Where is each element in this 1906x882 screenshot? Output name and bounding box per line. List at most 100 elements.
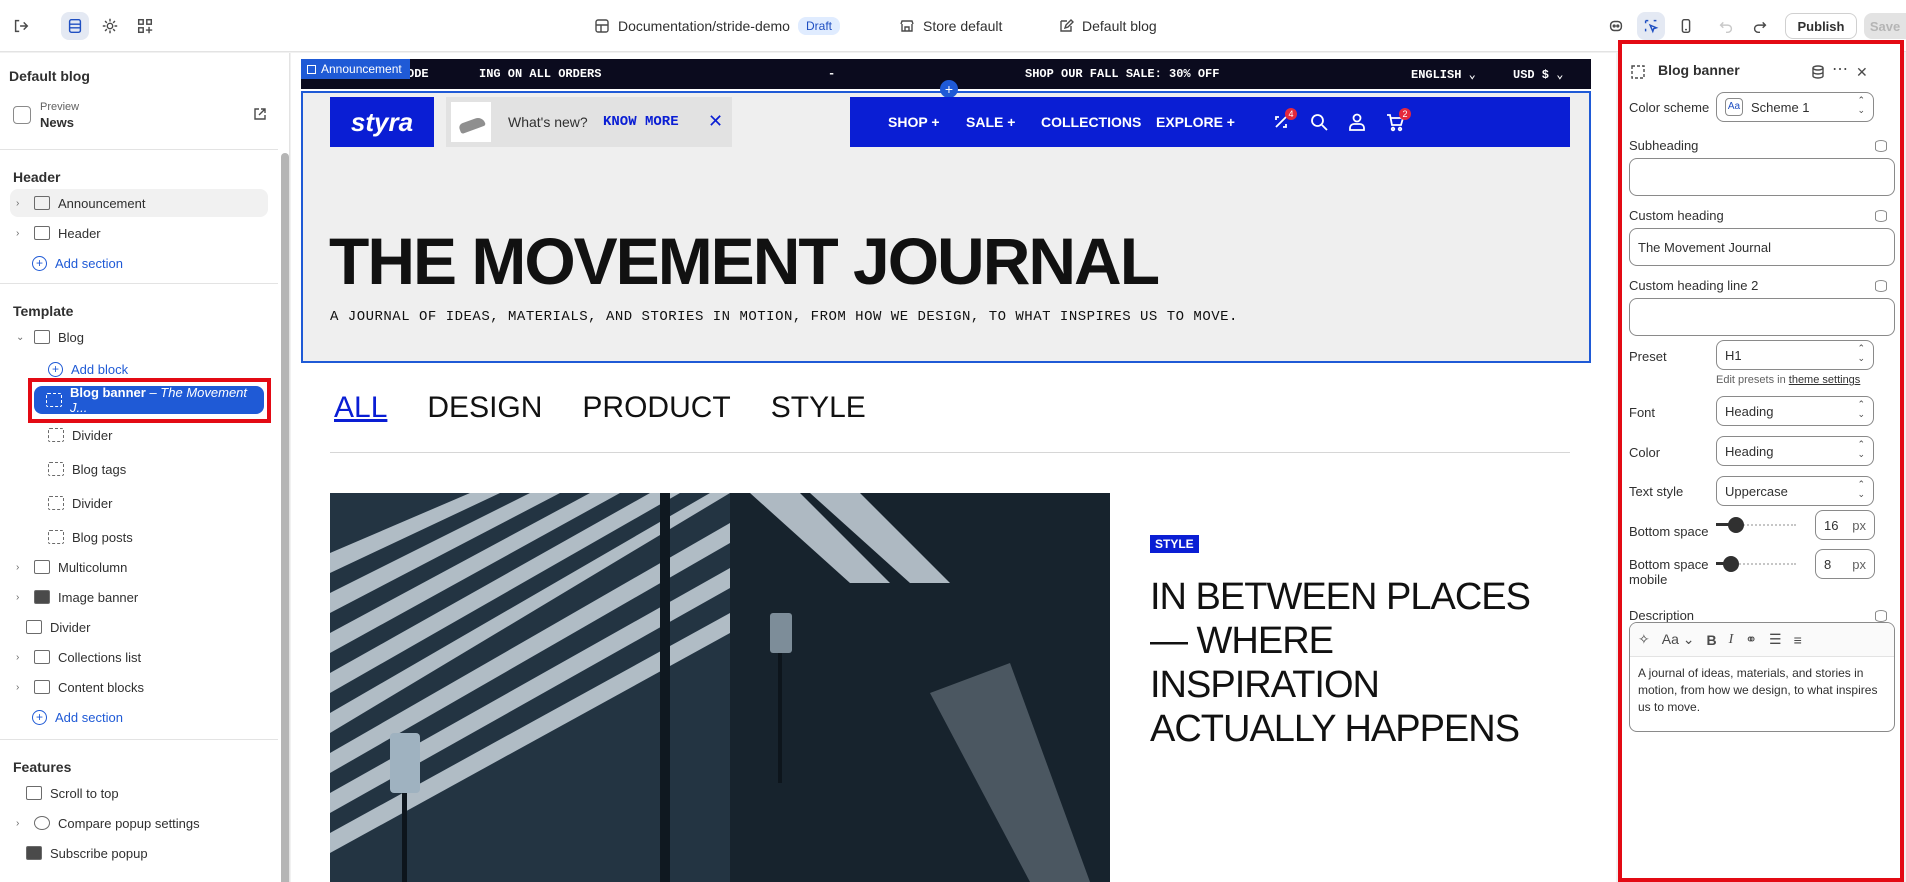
- add-section-button[interactable]: + Add section: [32, 703, 123, 731]
- compare-icon[interactable]: 4: [1271, 108, 1297, 132]
- tab-all[interactable]: ALL: [334, 391, 387, 425]
- publish-button[interactable]: Publish: [1785, 13, 1857, 39]
- theme-selector[interactable]: Store default: [899, 0, 1002, 52]
- nav-item-explore[interactable]: EXPLORE +: [1156, 114, 1235, 130]
- sidebar-item-label: Blog: [58, 329, 85, 345]
- article-card[interactable]: STYLE IN BETWEEN PLACES — WHERE INSPIRAT…: [1110, 493, 1570, 882]
- sidebar-item-divider[interactable]: Divider: [26, 613, 90, 641]
- sections-icon[interactable]: [61, 12, 89, 40]
- exit-icon[interactable]: [7, 12, 35, 40]
- sidebar-item-label: Scroll to top: [50, 785, 119, 801]
- gear-icon[interactable]: [96, 12, 124, 40]
- sidebar-item-blog[interactable]: ⌄ Blog: [10, 323, 268, 351]
- add-section-plus-icon[interactable]: +: [940, 80, 958, 98]
- nav-item-sale[interactable]: SALE +: [966, 114, 1015, 130]
- crosswalk-image: [330, 493, 1110, 882]
- currency-selector[interactable]: USD $ ⌄: [1513, 67, 1563, 82]
- divider: [0, 739, 278, 740]
- group-template: Template: [13, 303, 74, 319]
- layout-icon: [595, 19, 609, 33]
- chevron-right-icon: ›: [16, 197, 20, 209]
- article-tag[interactable]: STYLE: [1150, 535, 1199, 553]
- sidebar-item-label: Blog posts: [72, 529, 133, 545]
- sidebar-item-label: Announcement: [58, 195, 146, 211]
- preview-page: News: [40, 115, 74, 130]
- tab-design[interactable]: DESIGN: [427, 391, 542, 425]
- sidebar-item-divider[interactable]: Divider: [48, 489, 112, 517]
- chevron-right-icon: ›: [16, 681, 20, 693]
- section-icon: [34, 196, 50, 210]
- know-more-link[interactable]: KNOW MORE: [603, 114, 679, 130]
- language-selector[interactable]: ENGLISH ⌄: [1411, 67, 1476, 82]
- close-icon[interactable]: ✕: [708, 111, 723, 132]
- add-section-label: Add section: [55, 255, 123, 271]
- preview-page-icon: [13, 106, 31, 124]
- cart-icon[interactable]: 2: [1385, 108, 1411, 132]
- cart-count: 2: [1399, 108, 1411, 120]
- mobile-preview-icon[interactable]: [1672, 12, 1700, 40]
- sidebar-item-compare-popup[interactable]: › Compare popup settings: [10, 809, 200, 837]
- store-logo[interactable]: styra: [330, 97, 434, 147]
- store-path[interactable]: Documentation/stride-demo Draft: [594, 0, 840, 52]
- sidebar-item-content-blocks[interactable]: › Content blocks: [10, 673, 144, 701]
- save-button[interactable]: Save: [1864, 13, 1906, 39]
- store-path-label: Documentation/stride-demo: [618, 18, 790, 34]
- nav-item-collections[interactable]: COLLECTIONS: [1041, 114, 1141, 130]
- sidebar-scrollbar[interactable]: [281, 113, 289, 882]
- sidebar-title: Default blog: [9, 68, 90, 84]
- external-link-icon[interactable]: [253, 107, 267, 121]
- sidebar-item-announcement[interactable]: › Announcement: [10, 189, 268, 217]
- inspector-icon[interactable]: [1637, 12, 1665, 40]
- shoe-thumbnail: [451, 102, 491, 142]
- sidebar: Default blog Preview News Header › Annou…: [0, 53, 290, 882]
- sidebar-item-header[interactable]: › Header: [10, 219, 268, 247]
- account-icon[interactable]: [1347, 112, 1367, 132]
- sidebar-item-scroll-to-top[interactable]: Scroll to top: [26, 779, 119, 807]
- tab-product[interactable]: PRODUCT: [582, 391, 730, 425]
- theme-label: Store default: [923, 18, 1003, 34]
- sidebar-item-multicolumn[interactable]: › Multicolumn: [10, 553, 127, 581]
- sidebar-item-subscribe-popup[interactable]: Subscribe popup: [26, 839, 148, 867]
- article-image[interactable]: [330, 493, 1110, 882]
- plus-circle-icon: +: [48, 361, 63, 377]
- sidebar-item-divider[interactable]: Divider: [48, 421, 112, 449]
- apps-icon[interactable]: [131, 12, 159, 40]
- sidebar-item-label: Header: [58, 225, 101, 241]
- sidebar-item-image-banner[interactable]: › Image banner: [10, 583, 138, 611]
- page-title: THE MOVEMENT JOURNAL: [329, 224, 1160, 298]
- preview-canvas[interactable]: ODE ING ON ALL ORDERS - SHOP OUR FALL SA…: [291, 53, 1616, 882]
- divider: [0, 149, 278, 150]
- ai-sidekick-icon[interactable]: [1602, 12, 1630, 40]
- whats-new-text: What's new?: [508, 114, 588, 130]
- sidebar-item-collections-list[interactable]: › Collections list: [10, 643, 141, 671]
- tab-style[interactable]: STYLE: [771, 391, 866, 425]
- chevron-right-icon: ›: [16, 561, 20, 573]
- sidebar-item-label: Multicolumn: [58, 559, 128, 575]
- whats-new-promo[interactable]: What's new? KNOW MORE ✕: [446, 97, 732, 147]
- block-icon: [48, 428, 64, 442]
- announcement-text: ODE: [407, 67, 429, 81]
- edit-page-icon: [34, 330, 50, 344]
- status-badge: Draft: [797, 17, 840, 35]
- chevron-down-icon: ⌄: [16, 331, 25, 343]
- article-title[interactable]: IN BETWEEN PLACES — WHERE INSPIRATION AC…: [1150, 575, 1550, 751]
- add-section-button[interactable]: + Add section: [32, 249, 123, 277]
- sidebar-item-blog-posts[interactable]: Blog posts: [48, 523, 133, 551]
- search-icon[interactable]: [1309, 112, 1329, 132]
- preview-selector[interactable]: Preview News: [9, 97, 271, 133]
- sidebar-item-label: Divider: [50, 619, 91, 635]
- compare-count: 4: [1285, 108, 1297, 120]
- redo-icon[interactable]: [1746, 12, 1774, 40]
- block-icon: [48, 462, 64, 476]
- sidebar-item-blog-tags[interactable]: Blog tags: [48, 455, 126, 483]
- section-icon: [26, 786, 42, 800]
- nav-item-shop[interactable]: SHOP +: [888, 114, 940, 130]
- undo-icon[interactable]: [1712, 12, 1740, 40]
- announcement-tag-label: Announcement: [321, 62, 402, 76]
- section-icon: [34, 560, 50, 574]
- template-selector[interactable]: Default blog: [1058, 0, 1157, 52]
- scroll-thumb[interactable]: [281, 153, 289, 882]
- chevron-right-icon: ›: [16, 591, 20, 603]
- announcement-text: SHOP OUR FALL SALE: 30% OFF: [1025, 67, 1220, 81]
- chevron-right-icon: ›: [16, 817, 20, 829]
